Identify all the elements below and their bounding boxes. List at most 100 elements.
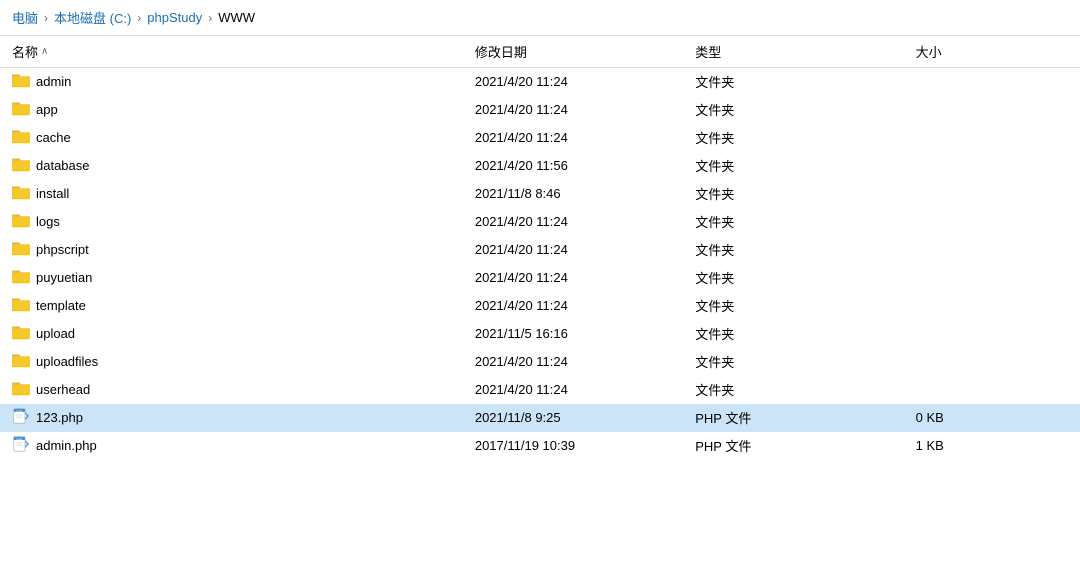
file-date: 2021/4/20 11:24 (463, 264, 683, 292)
table-header-row: 名称 ∧ 修改日期 类型 大小 (0, 36, 1080, 68)
breadcrumb-sep-1: › (44, 11, 48, 25)
file-size (904, 68, 1080, 96)
php-file-icon: PHP (12, 408, 30, 427)
file-date: 2021/4/20 11:24 (463, 124, 683, 152)
file-name: 123.php (36, 410, 83, 425)
name-cell: puyuetian (12, 268, 451, 287)
file-name: puyuetian (36, 270, 92, 285)
file-type: 文件夹 (683, 376, 903, 404)
table-row[interactable]: template 2021/4/20 11:24文件夹 (0, 292, 1080, 320)
file-type: 文件夹 (683, 68, 903, 96)
sort-arrow-icon: ∧ (41, 46, 48, 57)
file-type: 文件夹 (683, 180, 903, 208)
folder-icon (12, 184, 30, 203)
file-name: uploadfiles (36, 354, 98, 369)
folder-icon (12, 380, 30, 399)
folder-icon (12, 240, 30, 259)
file-size (904, 124, 1080, 152)
file-name: phpscript (36, 242, 89, 257)
file-date: 2021/11/8 8:46 (463, 180, 683, 208)
file-name: database (36, 158, 90, 173)
file-size (904, 292, 1080, 320)
svg-text:PHP: PHP (17, 409, 23, 413)
name-cell: cache (12, 128, 451, 147)
table-row[interactable]: admin 2021/4/20 11:24文件夹 (0, 68, 1080, 96)
table-row[interactable]: PHP 123.php2021/11/8 9:25PHP 文件0 KB (0, 404, 1080, 432)
breadcrumb-sep-2: › (137, 11, 141, 25)
folder-icon (12, 352, 30, 371)
name-cell: PHP admin.php (12, 436, 451, 455)
file-date: 2021/4/20 11:56 (463, 152, 683, 180)
file-date: 2021/11/5 16:16 (463, 320, 683, 348)
file-type: 文件夹 (683, 320, 903, 348)
table-row[interactable]: install 2021/11/8 8:46文件夹 (0, 180, 1080, 208)
folder-icon (12, 324, 30, 343)
table-row[interactable]: userhead2021/4/20 11:24文件夹 (0, 376, 1080, 404)
breadcrumb-www: WWW (218, 10, 255, 25)
file-date: 2021/4/20 11:24 (463, 292, 683, 320)
name-cell: admin (12, 72, 451, 91)
file-name: admin (36, 74, 71, 89)
file-date: 2021/4/20 11:24 (463, 236, 683, 264)
folder-icon (12, 128, 30, 147)
file-size (904, 180, 1080, 208)
file-name: app (36, 102, 58, 117)
file-type: 文件夹 (683, 124, 903, 152)
file-name: install (36, 186, 69, 201)
file-type: 文件夹 (683, 292, 903, 320)
folder-icon (12, 212, 30, 231)
name-cell: upload (12, 324, 451, 343)
file-date: 2021/11/8 9:25 (463, 404, 683, 432)
name-cell: PHP 123.php (12, 408, 451, 427)
table-row[interactable]: puyuetian2021/4/20 11:24文件夹 (0, 264, 1080, 292)
file-type: 文件夹 (683, 96, 903, 124)
breadcrumb-phpstudy[interactable]: phpStudy (147, 10, 202, 25)
file-size (904, 96, 1080, 124)
file-size (904, 236, 1080, 264)
php-file-icon: PHP (12, 436, 30, 455)
file-date: 2021/4/20 11:24 (463, 208, 683, 236)
file-name: upload (36, 326, 75, 341)
file-type: 文件夹 (683, 208, 903, 236)
name-cell: database (12, 156, 451, 175)
breadcrumb-pc[interactable]: 电脑 (12, 8, 38, 27)
file-size (904, 348, 1080, 376)
folder-icon (12, 268, 30, 287)
table-row[interactable]: app 2021/4/20 11:24文件夹 (0, 96, 1080, 124)
name-cell: install (12, 184, 451, 203)
file-type: PHP 文件 (683, 432, 903, 460)
file-size (904, 320, 1080, 348)
table-row[interactable]: PHP admin.php 2017/11/19 10:39PHP 文件1 KB (0, 432, 1080, 460)
folder-icon (12, 296, 30, 315)
table-row[interactable]: phpscript 2021/4/20 11:24文件夹 (0, 236, 1080, 264)
file-date: 2017/11/19 10:39 (463, 432, 683, 460)
file-date: 2021/4/20 11:24 (463, 68, 683, 96)
folder-icon (12, 72, 30, 91)
table-row[interactable]: upload 2021/11/5 16:16文件夹 (0, 320, 1080, 348)
file-size (904, 208, 1080, 236)
table-row[interactable]: database2021/4/20 11:56文件夹 (0, 152, 1080, 180)
col-header-name[interactable]: 名称 ∧ (0, 36, 463, 68)
table-row[interactable]: cache 2021/4/20 11:24文件夹 (0, 124, 1080, 152)
name-cell: uploadfiles (12, 352, 451, 371)
table-row[interactable]: logs 2021/4/20 11:24文件夹 (0, 208, 1080, 236)
file-name: logs (36, 214, 60, 229)
file-type: 文件夹 (683, 236, 903, 264)
name-cell: template (12, 296, 451, 315)
file-name: cache (36, 130, 71, 145)
folder-icon (12, 156, 30, 175)
file-size (904, 152, 1080, 180)
file-table: 名称 ∧ 修改日期 类型 大小 admin2021/4/20 11:24文件夹 … (0, 36, 1080, 460)
file-size: 1 KB (904, 432, 1080, 460)
col-header-type[interactable]: 类型 (683, 36, 903, 68)
file-date: 2021/4/20 11:24 (463, 348, 683, 376)
name-cell: app (12, 100, 451, 119)
file-type: 文件夹 (683, 348, 903, 376)
table-row[interactable]: uploadfiles 2021/4/20 11:24文件夹 (0, 348, 1080, 376)
breadcrumb-drive[interactable]: 本地磁盘 (C:) (54, 8, 131, 27)
file-size (904, 376, 1080, 404)
file-date: 2021/4/20 11:24 (463, 96, 683, 124)
col-header-size[interactable]: 大小 (904, 36, 1080, 68)
svg-text:PHP: PHP (17, 437, 23, 441)
col-header-date[interactable]: 修改日期 (463, 36, 683, 68)
